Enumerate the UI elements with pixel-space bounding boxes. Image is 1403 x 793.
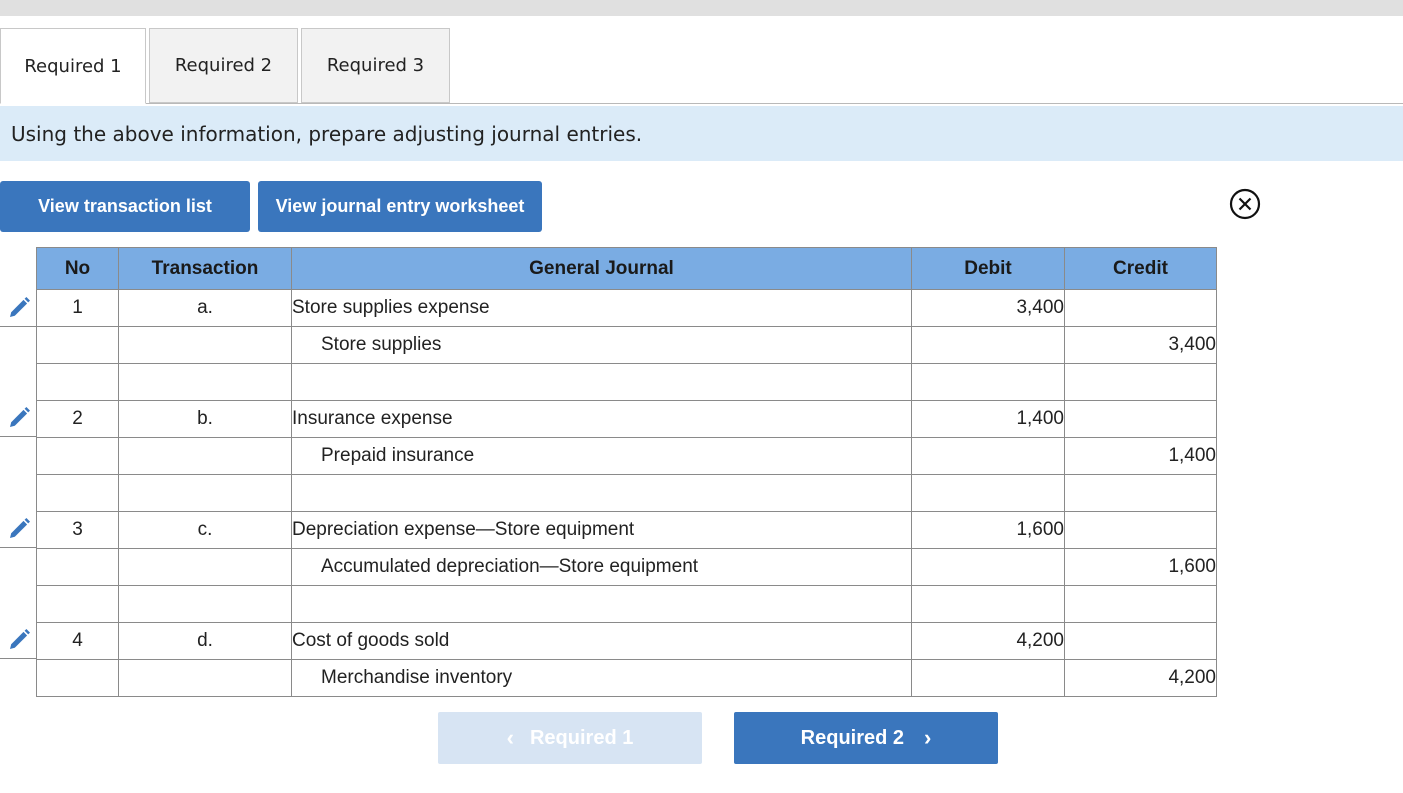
- cell-debit[interactable]: [911, 326, 1065, 364]
- top-bar: [0, 0, 1403, 16]
- cell-credit[interactable]: [1064, 400, 1217, 438]
- cell-debit[interactable]: [911, 474, 1065, 512]
- cell-account[interactable]: Cost of goods sold: [291, 622, 912, 660]
- tab-required-3[interactable]: Required 3: [301, 28, 450, 103]
- cell-no: [36, 585, 119, 623]
- cell-transaction: [118, 437, 292, 475]
- table-row: Store supplies 3,400: [36, 326, 1217, 364]
- col-header-no: No: [36, 247, 119, 290]
- cell-no: 1: [36, 289, 119, 327]
- cell-account[interactable]: Store supplies expense: [291, 289, 912, 327]
- cell-credit[interactable]: 1,400: [1064, 437, 1217, 475]
- cell-no: [36, 437, 119, 475]
- cell-transaction: [118, 548, 292, 586]
- row-divider-tick: [0, 436, 36, 437]
- tabs-divider: [0, 103, 1403, 104]
- cell-transaction: [118, 585, 292, 623]
- col-header-credit: Credit: [1064, 247, 1217, 290]
- instruction-text: Using the above information, prepare adj…: [11, 121, 643, 146]
- tab-required-1[interactable]: Required 1: [0, 28, 146, 104]
- cell-debit[interactable]: [911, 437, 1065, 475]
- table-row: Accumulated depreciation—Store equipment…: [36, 548, 1217, 586]
- table-row: [36, 363, 1217, 401]
- cell-account[interactable]: Insurance expense: [291, 400, 912, 438]
- cell-transaction: b.: [118, 400, 292, 438]
- cell-transaction: [118, 474, 292, 512]
- cell-no: [36, 363, 119, 401]
- edit-pencil-icon[interactable]: [7, 517, 31, 541]
- row-divider-tick: [0, 547, 36, 548]
- cell-account[interactable]: Store supplies: [291, 326, 912, 364]
- cell-transaction: a.: [118, 289, 292, 327]
- edit-pencil-icon[interactable]: [7, 406, 31, 430]
- prev-button-label: Required 1: [529, 726, 634, 749]
- cell-credit[interactable]: 1,600: [1064, 548, 1217, 586]
- close-icon[interactable]: [1229, 188, 1261, 220]
- cell-credit[interactable]: [1064, 474, 1217, 512]
- cell-credit[interactable]: 4,200: [1064, 659, 1217, 697]
- cell-account[interactable]: Depreciation expense—Store equipment: [291, 511, 912, 549]
- cell-transaction: [118, 659, 292, 697]
- table-row: 4 d. Cost of goods sold 4,200: [36, 622, 1217, 660]
- table-row: 1 a. Store supplies expense 3,400: [36, 289, 1217, 327]
- next-button-label: Required 2: [800, 726, 905, 749]
- cell-no: [36, 474, 119, 512]
- cell-no: 3: [36, 511, 119, 549]
- cell-no: [36, 326, 119, 364]
- cell-debit[interactable]: 1,400: [911, 400, 1065, 438]
- cell-debit[interactable]: [911, 585, 1065, 623]
- table-row: 3 c. Depreciation expense—Store equipmen…: [36, 511, 1217, 549]
- cell-credit[interactable]: [1064, 622, 1217, 660]
- cell-account[interactable]: Merchandise inventory: [291, 659, 912, 697]
- table-row: 2 b. Insurance expense 1,400: [36, 400, 1217, 438]
- chevron-left-icon: ‹: [506, 725, 514, 750]
- cell-transaction: d.: [118, 622, 292, 660]
- cell-no: 2: [36, 400, 119, 438]
- col-header-general-journal: General Journal: [291, 247, 912, 290]
- cell-credit[interactable]: [1064, 585, 1217, 623]
- cell-debit[interactable]: 3,400: [911, 289, 1065, 327]
- cell-account[interactable]: [291, 585, 912, 623]
- cell-account[interactable]: Prepaid insurance: [291, 437, 912, 475]
- edit-pencil-icon[interactable]: [7, 628, 31, 652]
- chevron-right-icon: ›: [924, 725, 932, 750]
- tab-required-2[interactable]: Required 2: [149, 28, 298, 103]
- table-row: Prepaid insurance 1,400: [36, 437, 1217, 475]
- col-header-debit: Debit: [911, 247, 1065, 290]
- cell-credit[interactable]: 3,400: [1064, 326, 1217, 364]
- general-journal-table: No Transaction General Journal Debit Cre…: [36, 247, 1217, 697]
- cell-credit[interactable]: [1064, 289, 1217, 327]
- cell-account[interactable]: [291, 363, 912, 401]
- col-header-transaction: Transaction: [118, 247, 292, 290]
- cell-debit[interactable]: 1,600: [911, 511, 1065, 549]
- cell-account[interactable]: Accumulated depreciation—Store equipment: [291, 548, 912, 586]
- table-header-row: No Transaction General Journal Debit Cre…: [36, 247, 1217, 290]
- cell-debit[interactable]: [911, 363, 1065, 401]
- cell-credit[interactable]: [1064, 363, 1217, 401]
- view-transaction-list-button[interactable]: View transaction list: [0, 181, 250, 232]
- row-divider-tick: [0, 658, 36, 659]
- table-row: [36, 474, 1217, 512]
- next-required-2-button[interactable]: Required 2 ›: [734, 712, 998, 764]
- cell-transaction: [118, 363, 292, 401]
- cell-no: 4: [36, 622, 119, 660]
- cell-debit[interactable]: [911, 659, 1065, 697]
- instruction-banner: Using the above information, prepare adj…: [0, 106, 1403, 161]
- view-journal-entry-worksheet-button[interactable]: View journal entry worksheet: [258, 181, 542, 232]
- cell-debit[interactable]: [911, 548, 1065, 586]
- table-row: Merchandise inventory 4,200: [36, 659, 1217, 697]
- cell-credit[interactable]: [1064, 511, 1217, 549]
- cell-no: [36, 659, 119, 697]
- cell-no: [36, 548, 119, 586]
- table-row: [36, 585, 1217, 623]
- cell-transaction: [118, 326, 292, 364]
- cell-account[interactable]: [291, 474, 912, 512]
- cell-transaction: c.: [118, 511, 292, 549]
- edit-pencil-icon[interactable]: [7, 296, 31, 320]
- cell-debit[interactable]: 4,200: [911, 622, 1065, 660]
- previous-required-1-button[interactable]: ‹ Required 1: [438, 712, 702, 764]
- row-divider-tick: [0, 326, 36, 327]
